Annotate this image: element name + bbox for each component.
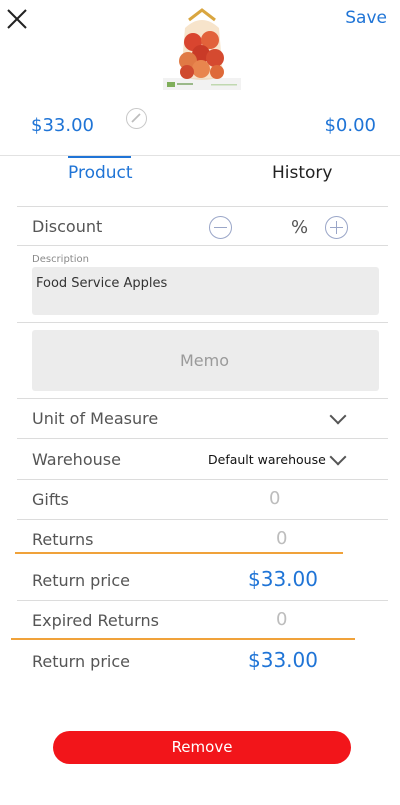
returns-highlight-underline (15, 552, 343, 554)
product-image (163, 6, 241, 92)
returns-quantity-input[interactable]: 0 (276, 528, 287, 549)
description-label: Description (32, 254, 89, 265)
increase-discount-button[interactable] (325, 216, 348, 239)
divider (17, 600, 388, 601)
remove-button[interactable]: Remove (53, 731, 351, 764)
warehouse-select[interactable]: Default warehouse (208, 452, 326, 467)
divider (17, 519, 388, 520)
divider (17, 479, 388, 480)
decrease-discount-button[interactable] (209, 216, 232, 239)
chevron-down-icon[interactable] (329, 448, 347, 466)
expired-returns-quantity-input[interactable]: 0 (276, 609, 287, 630)
expired-returns-highlight-underline (11, 638, 355, 640)
return-price-label: Return price (32, 652, 130, 671)
edit-price-icon[interactable] (126, 108, 147, 129)
discount-label: Discount (32, 217, 103, 236)
header-divider (0, 155, 400, 156)
gifts-label: Gifts (32, 490, 69, 509)
returns-label: Returns (32, 530, 94, 549)
chevron-down-icon[interactable] (329, 407, 347, 425)
tab-product[interactable]: Product (68, 163, 133, 183)
unit-of-measure-label: Unit of Measure (32, 409, 159, 428)
description-value: Food Service Apples (36, 276, 168, 291)
price-right: $0.00 (324, 115, 376, 136)
save-button[interactable]: Save (345, 8, 387, 28)
warehouse-label: Warehouse (32, 450, 121, 469)
divider (17, 206, 388, 207)
return-price-label: Return price (32, 571, 130, 590)
return-price-value[interactable]: $33.00 (248, 648, 318, 672)
gifts-quantity-input[interactable]: 0 (269, 488, 280, 509)
description-field[interactable] (32, 267, 379, 315)
price-left: $33.00 (31, 115, 94, 136)
return-price-value[interactable]: $33.00 (248, 567, 318, 591)
divider (17, 245, 388, 246)
active-tab-indicator (68, 156, 131, 158)
close-icon[interactable] (6, 8, 28, 30)
divider (17, 322, 388, 323)
divider (17, 398, 388, 399)
memo-placeholder: Memo (180, 351, 230, 370)
tab-history[interactable]: History (272, 163, 332, 183)
percent-symbol: % (291, 217, 309, 238)
expired-returns-label: Expired Returns (32, 611, 159, 630)
divider (17, 438, 388, 439)
